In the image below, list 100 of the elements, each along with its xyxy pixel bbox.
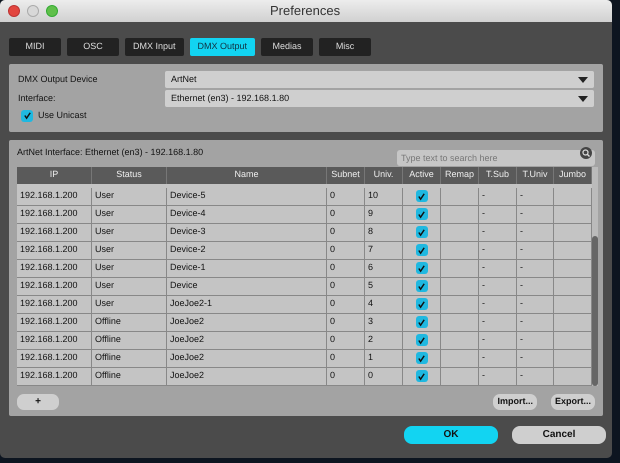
tab[interactable]: Medias xyxy=(261,38,314,56)
table-cell-text: 192.168.1.200 xyxy=(20,207,78,220)
checkbox[interactable] xyxy=(416,298,428,310)
export-button[interactable]: Export... xyxy=(550,394,595,410)
scrollbar[interactable] xyxy=(592,166,598,386)
table-cell-text: 192.168.1.200 xyxy=(20,297,78,310)
dropdown-caret-icon xyxy=(578,96,588,102)
table-cell-text: - xyxy=(482,333,485,346)
table-cell-text: Offline xyxy=(95,315,121,328)
table-cell-text: 3 xyxy=(368,315,374,328)
table-cell-text: 1 xyxy=(368,351,374,364)
table-cell-text: 5 xyxy=(368,279,374,292)
checkbox[interactable] xyxy=(416,190,428,202)
tab[interactable]: OSC xyxy=(67,38,119,56)
table-cell-text: Device-2 xyxy=(170,243,206,256)
table-cell-text: - xyxy=(482,261,485,274)
table-cell-text: - xyxy=(520,297,523,310)
checkbox[interactable] xyxy=(416,370,428,382)
table-cell-text: - xyxy=(520,207,523,220)
tab[interactable]: MIDI xyxy=(9,38,61,56)
table-cell-text: - xyxy=(482,279,485,292)
table-cell-text: - xyxy=(520,333,523,346)
table-cell-text: 0 xyxy=(330,261,336,274)
table-cell-text: - xyxy=(482,315,485,328)
table-cell-text: 0 xyxy=(330,297,336,310)
add-button[interactable]: + xyxy=(17,394,59,410)
table-cell-text: - xyxy=(520,261,523,274)
table-cell-text: User xyxy=(95,279,114,292)
checkbox[interactable] xyxy=(21,110,33,122)
table-cell-text: 0 xyxy=(330,243,336,256)
tab[interactable]: Misc xyxy=(319,38,372,56)
table-cell-text: - xyxy=(520,189,523,202)
table-cell-text: 192.168.1.200 xyxy=(20,333,78,346)
table-cell-text: User xyxy=(95,189,114,202)
import-button[interactable]: Import... xyxy=(493,394,537,410)
table-cell-text: 192.168.1.200 xyxy=(20,279,78,292)
table-cell-text: User xyxy=(95,225,114,238)
table-cell-text: 4 xyxy=(368,297,374,310)
table-cell-text: - xyxy=(520,279,523,292)
table-cell-text: 2 xyxy=(368,333,374,346)
table-cell-text: JoeJoe2 xyxy=(170,333,204,346)
table-cell-text: 192.168.1.200 xyxy=(20,243,78,256)
close-icon[interactable] xyxy=(8,5,20,17)
table-cell-text: 0 xyxy=(330,207,336,220)
table-cell-text: - xyxy=(482,351,485,364)
table-cell-text: 192.168.1.200 xyxy=(20,351,78,364)
window-title: Preferences xyxy=(270,2,340,20)
cancel-button[interactable]: Cancel xyxy=(512,426,606,444)
table-cell-text: JoeJoe2 xyxy=(170,315,204,328)
table-cell-text: - xyxy=(520,315,523,328)
ok-button[interactable]: OK xyxy=(404,426,498,444)
table-cell-text: - xyxy=(520,351,523,364)
checkbox[interactable] xyxy=(416,352,428,364)
table-cell-text: 9 xyxy=(368,207,374,220)
table-cell-text: 0 xyxy=(368,369,374,382)
checkbox[interactable] xyxy=(416,334,428,346)
table-cell-text: JoeJoe2 xyxy=(170,351,204,364)
interface-info: ArtNet Interface: Ethernet (en3) - 192.168.1.80 xyxy=(17,146,204,159)
table-cell-text: Offline xyxy=(95,351,121,364)
table-cell-text: - xyxy=(482,225,485,238)
checkbox[interactable] xyxy=(416,316,428,328)
table-cell-text: 192.168.1.200 xyxy=(20,261,78,274)
table-cell-text: Device-4 xyxy=(170,207,206,220)
checkbox[interactable] xyxy=(416,280,428,292)
checkbox-label: Use Unicast xyxy=(38,109,87,122)
field-label: Interface: xyxy=(18,92,57,105)
checkbox[interactable] xyxy=(416,244,428,256)
table-cell-text: 192.168.1.200 xyxy=(20,225,78,238)
table-cell-text: Device-1 xyxy=(170,261,206,274)
tab[interactable]: DMX Input xyxy=(125,38,184,56)
checkbox[interactable] xyxy=(416,262,428,274)
table-cell-text: - xyxy=(482,243,485,256)
tab[interactable]: DMX Output xyxy=(190,38,256,56)
table-cell-text: Device xyxy=(170,279,198,292)
table-cell-text: - xyxy=(520,225,523,238)
table-cell-text: - xyxy=(482,207,485,220)
checkbox[interactable] xyxy=(416,208,428,220)
table-cell-text: - xyxy=(482,189,485,202)
table-cell-text: 192.168.1.200 xyxy=(20,189,78,202)
dropdown-caret-icon xyxy=(578,76,588,82)
search-icon[interactable] xyxy=(580,146,592,158)
table-cell-text: 0 xyxy=(330,279,336,292)
table-cell-text: 192.168.1.200 xyxy=(20,369,78,382)
table-cell-text: 192.168.1.200 xyxy=(20,315,78,328)
dropdown[interactable]: Ethernet (en3) - 192.168.1.80 xyxy=(165,90,594,107)
dropdown[interactable]: ArtNet xyxy=(165,71,594,88)
table-cell-text: - xyxy=(520,369,523,382)
search-field[interactable]: Type text to search here xyxy=(397,150,595,166)
table-cell-text: Device-3 xyxy=(170,225,206,238)
table-cell-text: User xyxy=(95,297,114,310)
checkbox[interactable] xyxy=(416,226,428,238)
table-cell-text: JoeJoe2 xyxy=(170,369,204,382)
table-cell-text: Device-5 xyxy=(170,189,206,202)
table-cell-text: 0 xyxy=(330,369,336,382)
table-cell-text: 0 xyxy=(330,315,336,328)
table-cell-text: 0 xyxy=(330,333,336,346)
table-cell-text: 0 xyxy=(330,189,336,202)
table-cell-text: JoeJoe2-1 xyxy=(170,297,212,310)
scrollbar-thumb[interactable] xyxy=(592,236,598,386)
table-cell-text: User xyxy=(95,243,114,256)
